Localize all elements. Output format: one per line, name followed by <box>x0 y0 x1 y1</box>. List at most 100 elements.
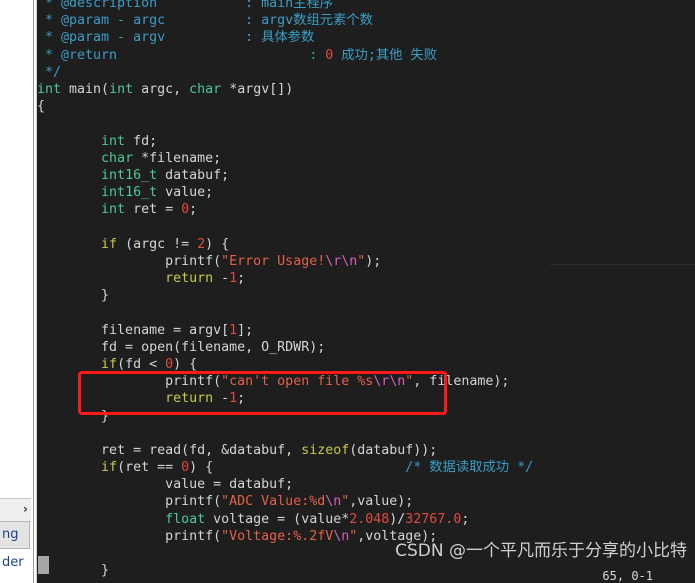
code-token-comment: */ <box>37 64 62 80</box>
code-token-number: 1 <box>229 271 238 286</box>
code-token-text: value; <box>157 185 214 201</box>
side-panel[interactable]: › ng der <box>0 0 33 583</box>
code-line: float voltage = (value*2.048)/32767.0; <box>37 511 533 528</box>
code-token-string: "Error Usage! <box>221 253 326 269</box>
cursor-position-indicator: 65, 0-1 <box>602 569 653 583</box>
code-token-fn: printf( <box>165 528 222 544</box>
code-line: ret = read(fd, &databuf, sizeof(databuf)… <box>37 442 533 459</box>
code-token-fn: printf( <box>165 253 222 269</box>
code-token-comment: : 具体参数 <box>165 30 315 46</box>
text-caret <box>38 556 49 574</box>
code-token-text: ret = <box>125 202 182 218</box>
code-token-comment: * @description <box>37 0 158 11</box>
code-token-text: (databuf)); <box>349 442 438 458</box>
code-token-string: "ADC Value:%d <box>221 494 326 510</box>
code-token-comment: * @param - argc <box>37 13 166 29</box>
code-token-text: , filename); <box>413 374 510 390</box>
code-token-text: *argv[]) <box>221 81 294 97</box>
code-line: } <box>37 287 533 304</box>
chevron-right-icon[interactable]: › <box>23 502 28 516</box>
code-token-comment: * @return <box>37 47 118 63</box>
code-token-keyword: int <box>37 81 62 97</box>
code-editor[interactable]: * @description : main主程序 * @param - argc… <box>37 0 695 583</box>
code-line: } <box>37 408 533 425</box>
code-token-keyword: if <box>101 460 118 476</box>
code-token-text: ) { <box>173 356 198 372</box>
code-line: { <box>37 98 533 115</box>
code-token-text: - <box>213 391 230 407</box>
code-line: printf("Error Usage!\r\n"); <box>37 253 533 270</box>
code-token-text: ) { <box>205 236 230 252</box>
code-line: */ <box>37 64 533 81</box>
code-token-text: value = databuf; <box>37 477 294 493</box>
code-token-text: ; <box>237 391 246 407</box>
code-token-keyword: int <box>101 133 126 149</box>
code-token-comment: /* 数据读取成功 */ <box>405 460 534 476</box>
source-code[interactable]: * @description : main主程序 * @param - argc… <box>37 0 533 583</box>
side-panel-expand-row[interactable]: › <box>0 498 31 522</box>
code-token-keyword: if <box>101 356 118 372</box>
code-token-keyword: char <box>189 81 222 97</box>
code-token-text: ]; <box>237 322 254 338</box>
code-line: * @return : 0 成功;其他 失败 <box>37 47 533 64</box>
code-token-text: { <box>37 99 46 115</box>
code-line: return -1; <box>37 390 533 407</box>
screenshot-root: › ng der * @description : main主程序 * @par… <box>0 0 695 583</box>
code-token-number: 2 <box>197 236 206 252</box>
code-token-text: ; <box>189 202 198 218</box>
code-line: if(ret == 0) { /* 数据读取成功 */ <box>37 459 533 476</box>
side-panel-item[interactable]: der <box>0 553 31 575</box>
code-token-keyword: if <box>101 236 118 252</box>
code-token-text: ret = <box>37 442 150 458</box>
code-token-text: ; <box>461 511 470 527</box>
code-line: * @param - argv : 具体参数 <box>37 29 533 46</box>
code-token-text: *filename; <box>133 150 222 166</box>
code-line: * @param - argc : argv数组元素个数 <box>37 12 533 29</box>
code-token-keyword: sizeof <box>301 442 350 458</box>
code-token-keyword: char <box>101 150 134 166</box>
code-token-text: )/ <box>389 511 406 527</box>
code-token-number: 32767.0 <box>405 511 462 527</box>
code-token-keyword: float <box>165 511 206 527</box>
code-token-text: voltage = (value* <box>205 511 350 527</box>
code-line: } <box>37 562 533 579</box>
code-token-string: "can't open file %s <box>221 374 374 390</box>
code-line: int16_t value; <box>37 184 533 201</box>
code-token-number: 0 <box>181 202 190 218</box>
code-token-keyword: int <box>101 202 126 218</box>
code-line: printf("ADC Value:%d\n",value); <box>37 493 533 510</box>
code-line: int main(int argc, char *argv[]) <box>37 81 533 98</box>
code-line: return -1; <box>37 270 533 287</box>
code-token-keyword: int16_t <box>101 167 158 183</box>
code-token-text: - <box>213 271 230 286</box>
code-line: * @description : main主程序 <box>37 0 533 12</box>
code-line: char *filename; <box>37 150 533 167</box>
code-token-text: (ret == <box>117 460 182 476</box>
code-token-comment: : main主程序 <box>157 0 334 11</box>
side-panel-item-label: ng <box>2 527 19 542</box>
side-panel-item-selected[interactable]: ng <box>0 521 30 549</box>
code-token-text: fd, &databuf, <box>189 442 302 458</box>
code-token-text: (fd < <box>117 356 166 372</box>
code-token-text: filename = argv[ <box>37 322 230 338</box>
code-token-text: ); <box>365 253 382 269</box>
code-line: fd = open(filename, O_RDWR); <box>37 339 533 356</box>
code-token-fn: open( <box>141 339 182 355</box>
code-line: value = databuf; <box>37 476 533 493</box>
code-token-text: ) { <box>189 460 406 476</box>
code-token-text: } <box>37 408 110 424</box>
code-token-string: "Voltage:%.2fV <box>221 528 334 544</box>
code-line: if(fd < 0) { <box>37 356 533 373</box>
editor-faint-rule <box>550 264 695 265</box>
code-line: filename = argv[1]; <box>37 322 533 339</box>
watermark: CSDN @一个平凡而乐于分享的小比特 <box>395 541 687 561</box>
